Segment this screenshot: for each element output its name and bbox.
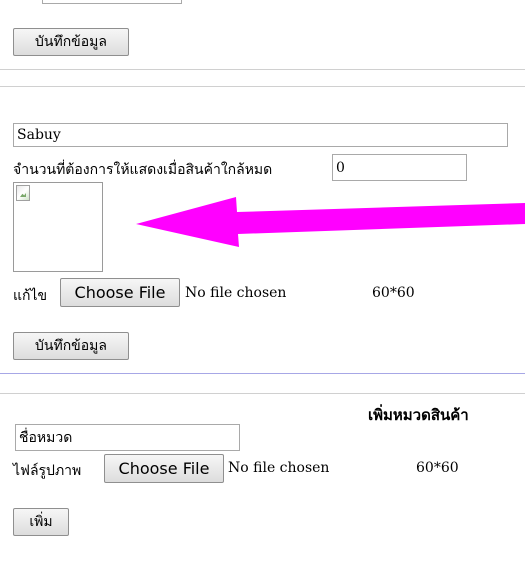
add-category-button[interactable]: เพิ่ม [13, 508, 69, 536]
category-name-input[interactable]: ชื่อหมวด [15, 424, 240, 451]
top-save-button[interactable]: บันทึกข้อมูล [13, 28, 129, 56]
top-cutoff-input[interactable] [42, 0, 182, 4]
divider [0, 86, 525, 87]
brand-save-button[interactable]: บันทึกข้อมูล [13, 332, 129, 360]
add-category-heading: เพิ่มหมวดสินค้า [368, 406, 469, 424]
brand-name-input[interactable]: Sabuy [13, 123, 508, 147]
low-stock-input[interactable]: 0 [332, 154, 467, 181]
category-no-file-text: No file chosen [228, 460, 330, 476]
brand-size-hint: 60*60 [372, 285, 415, 301]
brand-choose-file-button[interactable]: Choose File [60, 278, 180, 307]
broken-image-icon [16, 185, 30, 201]
divider [0, 69, 525, 70]
image-file-label: ไฟล์รูปภาพ [13, 463, 82, 479]
category-size-hint: 60*60 [416, 460, 459, 476]
edit-label: แก้ไข [13, 288, 48, 304]
low-stock-label: จำนวนที่ต้องการให้แสดงเมื่อสินค้าใกล้หมด [13, 162, 273, 178]
divider [0, 373, 525, 374]
arrow-shape [136, 197, 525, 247]
divider [0, 393, 525, 394]
page: บันทึกข้อมูล Sabuy จำนวนที่ต้องการให้แสด… [0, 0, 525, 568]
category-choose-file-button[interactable]: Choose File [104, 454, 224, 483]
brand-image-preview [13, 182, 103, 272]
brand-no-file-text: No file chosen [185, 285, 287, 301]
